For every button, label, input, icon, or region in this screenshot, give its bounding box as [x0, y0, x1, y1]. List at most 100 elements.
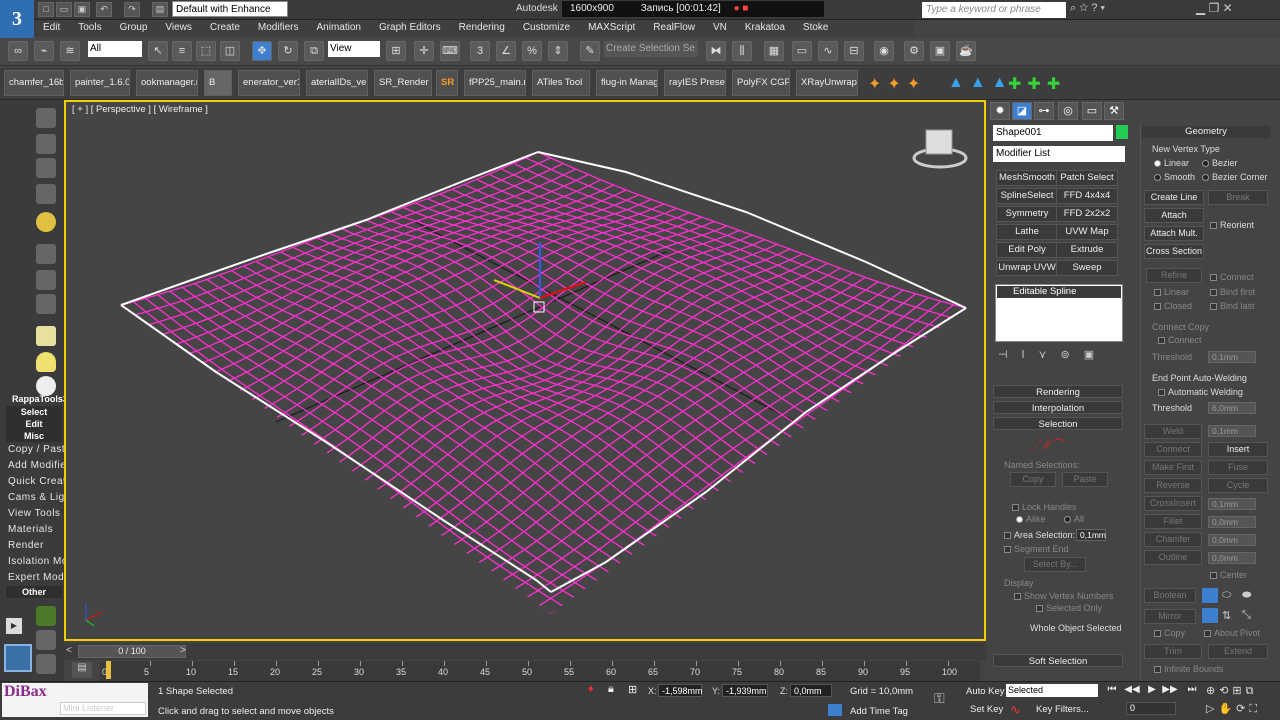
shelf-bookmanager[interactable]: ookmanager.m [136, 70, 198, 96]
reverse-button[interactable]: Reverse [1144, 478, 1202, 493]
mirror-horizontal-icon[interactable] [1202, 608, 1218, 623]
connect-checkbox[interactable]: Connect [1210, 272, 1254, 282]
insert-button[interactable]: Insert [1208, 442, 1268, 457]
help-icons[interactable]: ⌕ ☆ ? ▾ [1070, 2, 1105, 15]
shelf-chamfer[interactable]: chamfer_16b.t [4, 70, 64, 96]
percent-snap-icon[interactable]: % [522, 41, 542, 61]
cycle-button[interactable]: Cycle [1208, 478, 1268, 493]
auto-key-button[interactable]: Auto Key [966, 686, 1005, 697]
bind-last-checkbox[interactable]: Bind last [1210, 301, 1255, 311]
record-icon[interactable]: ● ■ [734, 3, 749, 14]
weld-spinner[interactable]: 0,1mm [1208, 425, 1256, 437]
rappa-render[interactable]: Render [8, 540, 44, 551]
teapot-icon[interactable] [36, 108, 56, 128]
pivot-icon[interactable]: ⊞ [386, 41, 406, 61]
save-icon[interactable]: ▣ [74, 2, 90, 17]
window-controls[interactable]: ▁ ❐ ✕ [1196, 1, 1233, 15]
angle-snap-icon[interactable]: ∠ [496, 41, 516, 61]
time-slider[interactable]: 0 / 100 [78, 645, 186, 658]
nav-icons-top[interactable]: ⊕⟲⊞⧉ [1206, 684, 1258, 698]
shelf-xrayunwrap[interactable]: XRayUnwrap [796, 70, 858, 96]
menu-views[interactable]: Views [156, 20, 201, 36]
app-logo[interactable]: 3 [0, 0, 34, 38]
rappa-quick-create[interactable]: Quick Create [8, 476, 72, 487]
connect-copy-checkbox[interactable]: Connect [1158, 335, 1202, 345]
rappa-materials[interactable]: Materials [8, 524, 53, 535]
mirror-copy-checkbox[interactable]: Copy [1154, 628, 1185, 638]
selection-filter-select[interactable]: All [88, 41, 142, 57]
shelf-fpp25[interactable]: fPP25_main.m [464, 70, 526, 96]
rendered-frame-icon[interactable]: ▣ [930, 41, 950, 61]
render-icon[interactable] [36, 294, 56, 314]
goto-end-icon[interactable]: ⏭ [1184, 683, 1200, 697]
rappa-copy-paste[interactable]: Copy / Paste [8, 444, 71, 455]
shelf-generator[interactable]: enerator_ver1 [238, 70, 300, 96]
rollout-soft-selection[interactable]: Soft Selection [993, 654, 1123, 667]
goto-start-icon[interactable]: ⏮ [1104, 683, 1120, 697]
nav-icons-bottom[interactable]: ▷✋⟳⛶ [1206, 702, 1261, 716]
crossinsert-button[interactable]: CrossInsert [1144, 496, 1202, 511]
lock-handles-checkbox[interactable]: Lock Handles [1012, 502, 1077, 512]
menu-customize[interactable]: Customize [514, 20, 579, 36]
new-icon[interactable]: □ [38, 2, 54, 17]
shelf-b-icon[interactable]: B [204, 70, 232, 96]
shelf-materialids[interactable]: aterialIDs_ver [306, 70, 368, 96]
select-by-name-icon[interactable]: ≡ [172, 41, 192, 61]
bind-first-checkbox[interactable]: Bind first [1210, 287, 1255, 297]
named-paste-button[interactable]: Paste [1062, 472, 1108, 487]
area-selection-checkbox[interactable]: Area Selection: [1004, 530, 1075, 540]
shelf-plugin-manager[interactable]: flug-in Manage [596, 70, 658, 96]
ribbon-icon[interactable]: ▭ [792, 41, 812, 61]
rappa-misc-button[interactable]: Misc [6, 430, 62, 442]
menu-create[interactable]: Create [201, 20, 249, 36]
chamfer-spinner[interactable]: 0,0mm [1208, 534, 1256, 546]
maximize-viewport-icon[interactable] [4, 644, 32, 672]
create-tab-icon[interactable]: ✹ [990, 102, 1010, 120]
viewport-icon[interactable] [36, 134, 56, 154]
fuse-button[interactable]: Fuse [1208, 460, 1268, 475]
spinner-snap-icon[interactable]: ⇕ [548, 41, 568, 61]
shelf-atiles[interactable]: ATiles Tool [532, 70, 590, 96]
edit-named-sel-icon[interactable]: ✎ [580, 41, 600, 61]
align-icon[interactable]: ⫼ [732, 41, 752, 61]
modifier-list-dropdown[interactable]: Modifier List [993, 146, 1125, 162]
shelf-painter[interactable]: painter_1.6.0. [70, 70, 130, 96]
sound-icon[interactable] [36, 270, 56, 290]
viewport-label[interactable]: [ + ] [ Perspective ] [ Wireframe ] [72, 104, 208, 115]
mod-patchselect-button[interactable]: Patch Select [1056, 170, 1118, 186]
menu-tools[interactable]: Tools [69, 20, 110, 36]
object-color-swatch[interactable] [1116, 125, 1128, 139]
play-script-icon[interactable]: ▶ [6, 618, 22, 634]
shelf-polyfx[interactable]: PolyFX CGP [732, 70, 790, 96]
key-filters-button[interactable]: Key Filters... [1036, 704, 1089, 715]
outline-button[interactable]: Outline [1144, 550, 1202, 565]
extend-button[interactable]: Extend [1208, 644, 1268, 659]
fillet-button[interactable]: Fillet [1144, 514, 1202, 529]
sphere-icon[interactable] [36, 376, 56, 396]
menu-realflow[interactable]: RealFlow [644, 20, 704, 36]
z-coord-field[interactable]: 0,0mm [790, 684, 832, 697]
open-icon[interactable]: ▭ [56, 2, 72, 17]
bezier-corner-radio[interactable]: Bezier Corner [1202, 172, 1268, 182]
x-coord-field[interactable]: -1,598mm [658, 684, 703, 697]
mod-symmetry-button[interactable]: Symmetry [996, 206, 1058, 222]
show-vertex-numbers-checkbox[interactable]: Show Vertex Numbers [1014, 591, 1114, 601]
mod-unwrapuvw-button[interactable]: Unwrap UVW [996, 260, 1058, 276]
attach-mult-button[interactable]: Attach Mult. [1144, 226, 1204, 241]
menu-edit[interactable]: Edit [34, 20, 69, 36]
attach-button[interactable]: Attach [1144, 208, 1204, 223]
rect-selection-icon[interactable]: ⬚ [196, 41, 216, 61]
mirror-icon[interactable]: ⧓ [706, 41, 726, 61]
menu-stoke[interactable]: Stoke [794, 20, 838, 36]
spline-mesh[interactable] [121, 152, 966, 614]
render-setup-icon[interactable]: ⚙ [904, 41, 924, 61]
isolate-icon[interactable]: ♦ [588, 683, 594, 695]
create-line-button[interactable]: Create Line [1144, 190, 1204, 205]
rollout-rendering[interactable]: Rendering [993, 385, 1123, 398]
select-object-icon[interactable]: ↖ [148, 41, 168, 61]
mirror-vertical-icon[interactable]: ⇅ [1222, 609, 1231, 622]
rotate-icon[interactable]: ↻ [278, 41, 298, 61]
mod-sweep-button[interactable]: Sweep [1056, 260, 1118, 276]
shelf-tool-icons-blue[interactable]: ▲▲▲ [948, 74, 1014, 92]
lamp-icon[interactable] [36, 352, 56, 372]
